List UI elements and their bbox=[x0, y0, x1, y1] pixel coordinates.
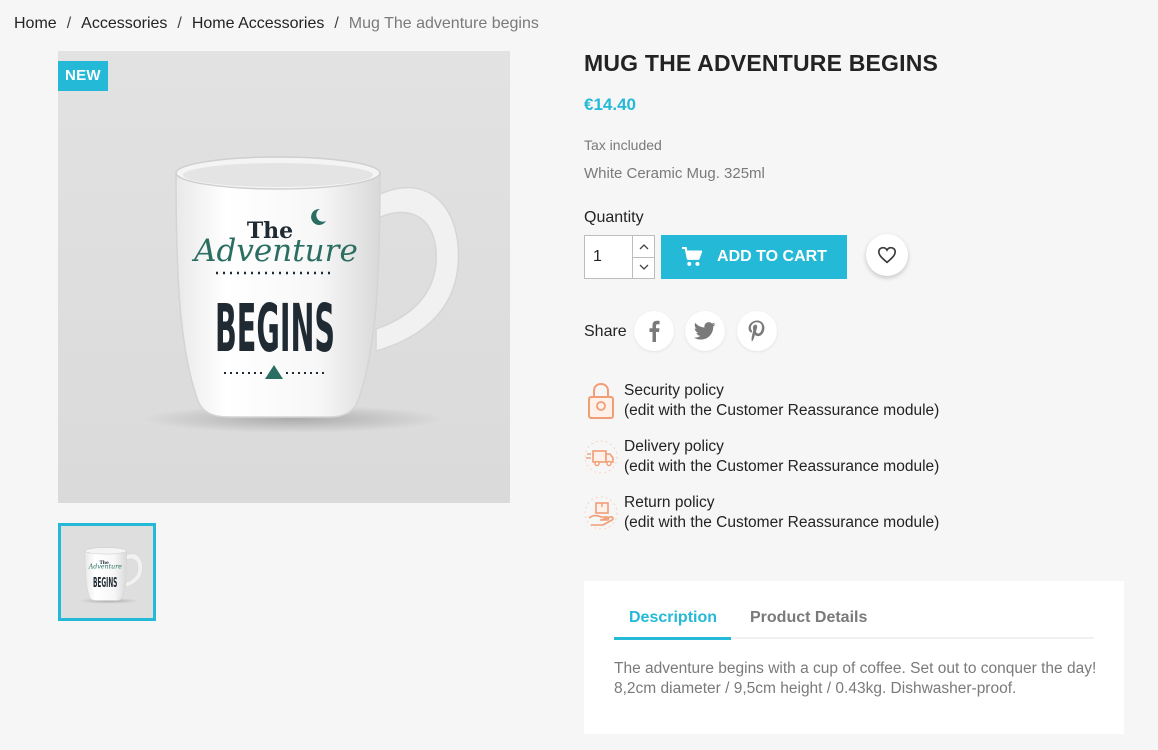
quantity-increase-button[interactable] bbox=[633, 236, 654, 257]
quantity-label: Quantity bbox=[584, 209, 644, 226]
product-main-image[interactable]: The Adventure BEGINS bbox=[58, 51, 510, 503]
tab-product-details[interactable]: Product Details bbox=[750, 609, 867, 627]
share-twitter-button[interactable] bbox=[685, 311, 725, 351]
add-to-cart-button[interactable]: ADD TO CART bbox=[661, 235, 847, 279]
facebook-icon bbox=[649, 320, 660, 342]
quantity-buttons bbox=[632, 236, 654, 278]
breadcrumb-separator: / bbox=[177, 15, 182, 32]
product-title: MUG THE ADVENTURE BEGINS bbox=[584, 50, 939, 76]
breadcrumb: Home / Accessories / Home Accessories / … bbox=[14, 15, 539, 33]
reassurance-return-subtitle: (edit with the Customer Reassurance modu… bbox=[624, 514, 940, 531]
reassurance-return: Return policy (edit with the Customer Re… bbox=[584, 493, 939, 533]
reassurance-security-subtitle: (edit with the Customer Reassurance modu… bbox=[624, 402, 940, 419]
breadcrumb-separator: / bbox=[66, 15, 72, 32]
thumb-print-adventure: Adventure bbox=[88, 564, 123, 571]
breadcrumb-accessories[interactable]: Accessories bbox=[81, 15, 167, 33]
mug-print-begins: BEGINS bbox=[215, 290, 335, 367]
wishlist-button[interactable] bbox=[866, 234, 908, 276]
reassurance-delivery-title: Delivery policy bbox=[624, 438, 724, 455]
breadcrumb-home[interactable]: Home bbox=[14, 15, 57, 33]
new-badge: NEW bbox=[58, 61, 108, 91]
pinterest-icon bbox=[748, 320, 765, 342]
share-facebook-button[interactable] bbox=[634, 311, 674, 351]
tab-bar: Description Product Details bbox=[614, 603, 1094, 640]
share-label: Share bbox=[584, 323, 627, 340]
mug-image: The Adventure BEGINS bbox=[143, 156, 460, 433]
truck-icon bbox=[584, 437, 618, 477]
mug-thumbnail-image: The Adventure BEGINS bbox=[61, 526, 153, 618]
thumb-print-begins: BEGINS bbox=[93, 576, 117, 591]
quantity-decrease-button[interactable] bbox=[633, 256, 654, 278]
product-price: €14.40 bbox=[584, 95, 636, 114]
tab-description[interactable]: Description bbox=[629, 609, 717, 627]
reassurance-return-title: Return policy bbox=[624, 494, 715, 511]
shopping-cart-icon bbox=[682, 247, 703, 266]
quantity-stepper bbox=[584, 235, 655, 279]
product-short-description: White Ceramic Mug. 325ml bbox=[584, 165, 765, 182]
add-to-cart-label: ADD TO CART bbox=[717, 248, 827, 265]
breadcrumb-separator: / bbox=[334, 15, 339, 32]
reassurance-delivery-subtitle: (edit with the Customer Reassurance modu… bbox=[624, 458, 940, 475]
twitter-icon bbox=[694, 322, 716, 340]
reassurance-security: Security policy (edit with the Customer … bbox=[584, 381, 939, 421]
reassurance-delivery: Delivery policy (edit with the Customer … bbox=[584, 437, 939, 477]
breadcrumb-current: Mug The adventure begins bbox=[348, 15, 539, 32]
return-box-icon bbox=[584, 493, 618, 533]
product-tabs-panel: Description Product Details The adventur… bbox=[584, 581, 1124, 734]
quantity-input[interactable] bbox=[585, 236, 632, 278]
share-pinterest-button[interactable] bbox=[737, 311, 777, 351]
tax-label: Tax included bbox=[584, 137, 662, 153]
heart-icon bbox=[877, 246, 897, 264]
breadcrumb-home-accessories[interactable]: Home Accessories bbox=[192, 15, 325, 33]
reassurance-security-title: Security policy bbox=[624, 382, 724, 399]
chevron-up-icon bbox=[639, 243, 648, 250]
tab-description-content: The adventure begins with a cup of coffe… bbox=[614, 660, 1097, 697]
chevron-down-icon bbox=[639, 264, 648, 271]
product-thumbnail[interactable]: The Adventure BEGINS bbox=[58, 523, 156, 621]
active-tab-indicator bbox=[614, 637, 731, 640]
lock-icon bbox=[584, 381, 618, 421]
mug-print-adventure: Adventure bbox=[191, 233, 358, 269]
